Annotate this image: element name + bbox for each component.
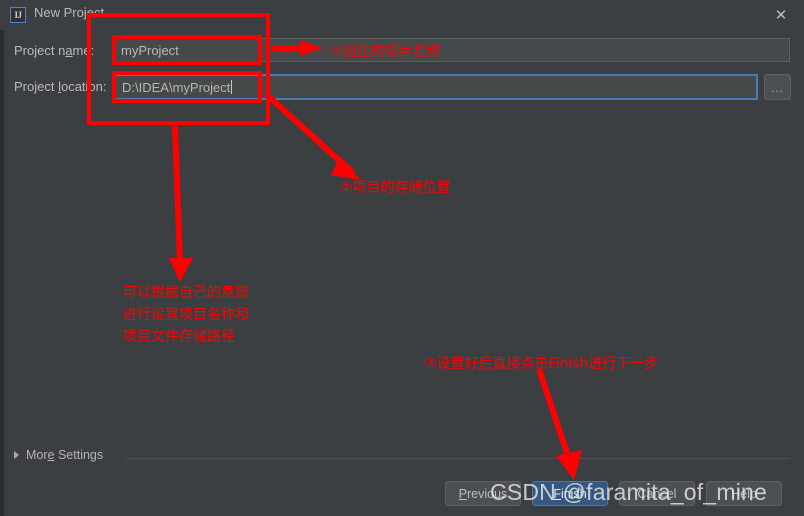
annotation-label-2: ②项目的存储位置 bbox=[340, 180, 451, 196]
project-location-input[interactable]: D:\IDEA\myProject bbox=[113, 74, 758, 100]
annotation-arrow-4 bbox=[537, 369, 582, 480]
text-caret bbox=[231, 80, 233, 94]
intellij-idea-icon-text: IJ bbox=[14, 9, 22, 20]
annotation-arrow-3 bbox=[169, 125, 193, 282]
annotation-label-3-line3: 项目文件存储路径 bbox=[123, 329, 235, 345]
more-settings-toggle[interactable]: More Settings bbox=[14, 448, 103, 462]
annotation-label-4: ③设置好后直接点击Finish进行下一步 bbox=[424, 356, 659, 372]
window-left-edge-inner bbox=[3, 0, 5, 516]
annotation-arrow-2 bbox=[265, 93, 360, 180]
project-name-input[interactable]: myProject bbox=[113, 38, 790, 62]
project-name-value: myProject bbox=[121, 42, 179, 58]
project-name-label-post: me: bbox=[72, 43, 95, 58]
window-title: New Project bbox=[34, 5, 105, 20]
chevron-right-icon bbox=[14, 451, 19, 459]
intellij-idea-icon: IJ bbox=[10, 7, 26, 23]
close-icon[interactable]: ✕ bbox=[758, 0, 804, 30]
more-settings-label-post: Settings bbox=[54, 448, 104, 462]
project-name-label-pre: Project n bbox=[14, 43, 66, 58]
section-divider bbox=[126, 458, 790, 459]
annotation-outer-box bbox=[87, 13, 270, 125]
more-settings-label-pre: Mor bbox=[26, 448, 48, 462]
previous-button-mnemonic: P bbox=[458, 486, 468, 501]
annotation-label-1: ①创建的项目名称 bbox=[330, 44, 441, 60]
project-location-label-post: ocation: bbox=[60, 79, 107, 94]
title-bar: IJ New Project ✕ bbox=[0, 0, 804, 30]
new-project-dialog: IJ New Project ✕ Project name: myProject… bbox=[0, 0, 804, 516]
browse-folder-button[interactable]: ... bbox=[764, 74, 791, 100]
project-location-value: D:\IDEA\myProject bbox=[122, 79, 231, 95]
project-name-label-mnemonic: a bbox=[65, 43, 73, 58]
project-location-label-pre: Project bbox=[14, 79, 59, 94]
project-name-label: Project name: bbox=[14, 43, 94, 58]
csdn-watermark: CSDN @faramita_of_mine bbox=[490, 479, 768, 505]
project-location-label: Project location: bbox=[14, 79, 107, 94]
more-settings-label: More Settings bbox=[26, 448, 103, 462]
